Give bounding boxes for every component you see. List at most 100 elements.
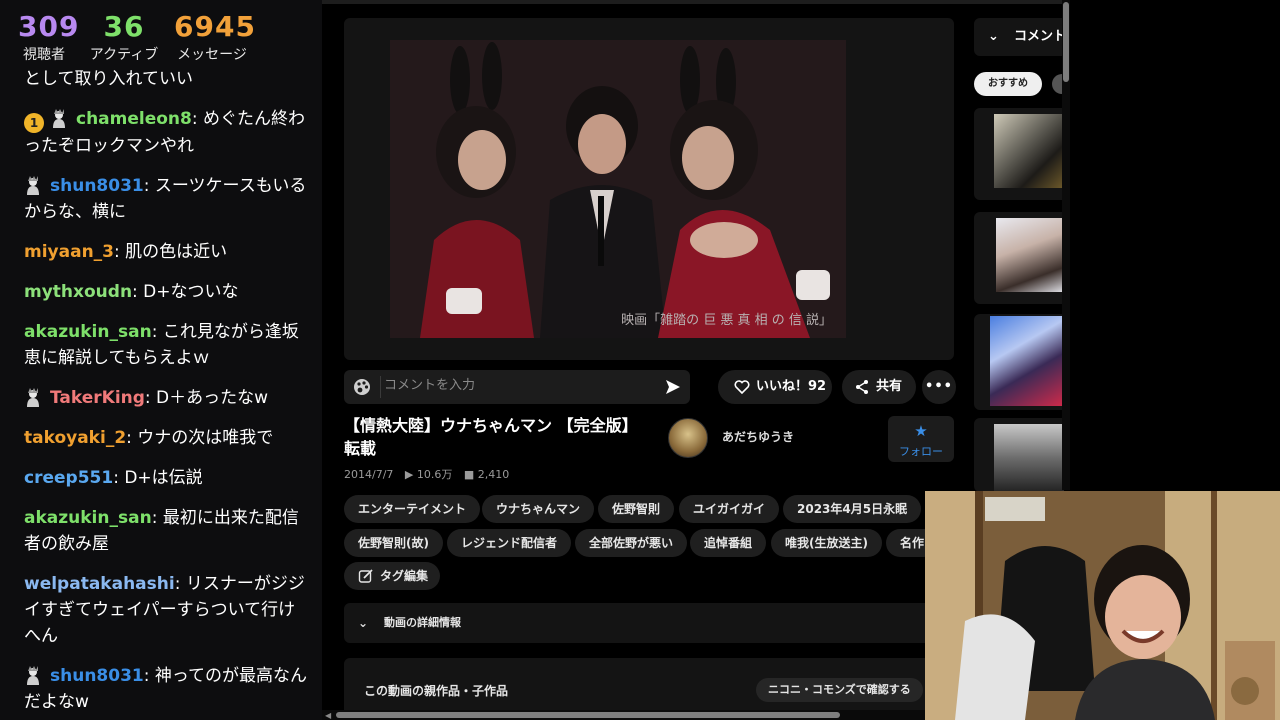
commons-button[interactable]: ニコニ・コモンズで確認する [756, 678, 923, 702]
active-stat: 36 アクティブ [86, 10, 162, 64]
share-button[interactable]: 共有 [842, 370, 916, 404]
viewers-count: 309 [18, 10, 80, 43]
comment-panel-toggle[interactable]: ⌄ コメント [974, 18, 1064, 56]
tag-chip[interactable]: 佐野智則(故) [344, 529, 443, 557]
thumbnail-image [996, 218, 1064, 292]
send-icon[interactable] [664, 378, 682, 396]
screen: 309 視聴者 36 アクティブ 6945 メッセージ として取り入れていい 1 c… [0, 0, 1280, 720]
chat-panel: 309 視聴者 36 アクティブ 6945 メッセージ として取り入れていい 1 c… [0, 0, 322, 720]
tag-chip[interactable]: 追悼番組 [690, 529, 767, 557]
messages-stat: 6945 メッセージ [174, 10, 256, 64]
thumbnail-image [994, 424, 1064, 492]
tag-chip[interactable]: ユイガイガイ [679, 495, 780, 523]
tag-chip[interactable]: 唯我(生放送主) [771, 529, 882, 557]
tag-chip[interactable]: 2023年4月5日永眠 [783, 495, 922, 523]
channel-name[interactable]: あだちゆうき [722, 428, 794, 445]
chat-username[interactable]: mythxoudn [24, 282, 132, 302]
tag-edit-label: タグ編集 [380, 569, 429, 583]
video-title: 【情熱大陸】ウナちゃんマン 【完全版】 転載 [344, 416, 638, 458]
video-details-toggle[interactable]: ⌄ 動画の詳細情報 [344, 603, 954, 643]
vertical-scrollbar[interactable] [1062, 0, 1070, 490]
messages-label: メッセージ [177, 47, 247, 63]
like-button[interactable]: いいね！92 [718, 370, 832, 404]
user-avatar-icon [27, 388, 39, 407]
horizontal-scrollbar-thumb[interactable] [336, 712, 840, 718]
chevron-down-icon: ⌄ [988, 29, 999, 44]
chat-message-list: として取り入れていい 1 chameleon8: めぐたん終わったぞロックマンやれ s… [0, 66, 322, 720]
details-label: 動画の詳細情報 [384, 616, 461, 629]
chat-username[interactable]: TakerKing [50, 388, 145, 408]
comment-bar-divider [380, 376, 381, 398]
chat-username[interactable]: welpatakahashi [24, 574, 175, 594]
chat-message: creep551: D+は伝説 [24, 465, 312, 491]
chat-text: として取り入れていい [24, 69, 193, 89]
user-avatar-icon [53, 109, 65, 128]
active-count: 36 [103, 10, 145, 43]
chat-username[interactable]: takoyaki_2 [24, 428, 126, 448]
comment-count: ■ 2,410 [463, 468, 510, 481]
chat-username[interactable]: chameleon8 [76, 109, 192, 129]
parent-works-label: この動画の親作品・子作品 [364, 684, 509, 698]
viewers-label: 視聴者 [23, 47, 65, 63]
recommended-video-thumb[interactable] [974, 212, 1064, 304]
webcam-overlay [925, 491, 1280, 720]
chat-message: mythxoudn: D+なついな [24, 279, 312, 305]
messages-count: 6945 [174, 10, 256, 43]
thumbnail-image [990, 316, 1064, 406]
chat-username[interactable]: miyaan_3 [24, 242, 114, 262]
share-icon [856, 380, 868, 394]
view-count: ▶ 10.6万 [404, 468, 453, 481]
follow-label: フォロー [899, 445, 943, 458]
chat-message: miyaan_3: 肌の色は近い [24, 239, 312, 265]
vertical-scrollbar-thumb[interactable] [1063, 2, 1069, 82]
chat-text: : D+は伝説 [113, 468, 203, 488]
star-icon: ★ [914, 422, 928, 440]
palette-icon[interactable] [352, 377, 372, 397]
recommended-video-thumb[interactable] [974, 108, 1064, 200]
scroll-left-icon[interactable]: ◀ [325, 711, 331, 720]
tag-chip[interactable]: 佐野智則 [598, 495, 675, 523]
channel-avatar[interactable] [668, 418, 708, 458]
chat-username[interactable]: creep551 [24, 468, 113, 488]
tag-chip[interactable]: エンターテイメント [344, 495, 481, 523]
chat-message: takoyaki_2: ウナの次は唯我で [24, 425, 312, 451]
chat-text: : D+なついな [132, 282, 239, 302]
video-scene-image [390, 40, 846, 338]
recommended-video-thumb[interactable] [974, 314, 1064, 410]
chat-message: 1 chameleon8: めぐたん終わったぞロックマンやれ [24, 106, 312, 159]
chat-text: : ウナの次は唯我で [126, 428, 274, 448]
recommended-video-thumb[interactable] [974, 418, 1064, 492]
video-player[interactable]: 映画「雑踏の 巨 悪 真 相 の 信 説」 [344, 18, 954, 360]
active-label: アクティブ [89, 47, 159, 63]
webcam-image [925, 491, 1280, 720]
follow-button[interactable]: ★ フォロー [888, 416, 954, 462]
chat-username[interactable]: akazukin_san [24, 508, 152, 528]
chat-username[interactable]: shun8031 [50, 666, 144, 686]
like-label: いいね！92 [756, 379, 827, 394]
chat-message: akazukin_san: 最初に出来た配信者の飲み屋 [24, 505, 312, 557]
tag-chip[interactable]: 全部佐野が悪い [575, 529, 688, 557]
heart-icon [734, 380, 750, 395]
chat-message: shun8031: 神ってのが最高なんだよなw [24, 663, 312, 715]
more-options-button[interactable]: ••• [922, 370, 956, 404]
video-meta: 2014/7/7 ▶ 10.6万 ■ 2,410 [344, 468, 517, 482]
recommend-tab[interactable]: おすすめ [974, 72, 1042, 96]
tag-chip[interactable]: ウナちゃんマン [482, 495, 595, 523]
chevron-down-icon: ⌄ [358, 616, 369, 630]
comment-input[interactable]: コメントを入力 [384, 376, 475, 396]
chat-username[interactable]: akazukin_san [24, 322, 152, 342]
user-avatar-icon [27, 176, 39, 195]
edit-icon [358, 569, 373, 583]
tag-chip[interactable]: レジェンド配信者 [447, 529, 572, 557]
stream-stats: 309 視聴者 36 アクティブ 6945 メッセージ [0, 0, 322, 66]
chat-text: : 肌の色は近い [114, 242, 228, 262]
chat-username[interactable]: shun8031 [50, 176, 144, 196]
tag-edit-button[interactable]: タグ編集 [344, 562, 440, 590]
thumbnail-image [994, 114, 1064, 188]
top-divider [322, 0, 1070, 4]
chat-message: welpatakahashi: リスナーがジジイすぎてウェイパーすらついて行けへ… [24, 571, 312, 649]
video-frame: 映画「雑踏の 巨 悪 真 相 の 信 説」 [390, 40, 846, 338]
chat-message: として取り入れていい [24, 66, 312, 92]
user-avatar-icon [27, 666, 39, 685]
upload-date: 2014/7/7 [344, 468, 394, 481]
